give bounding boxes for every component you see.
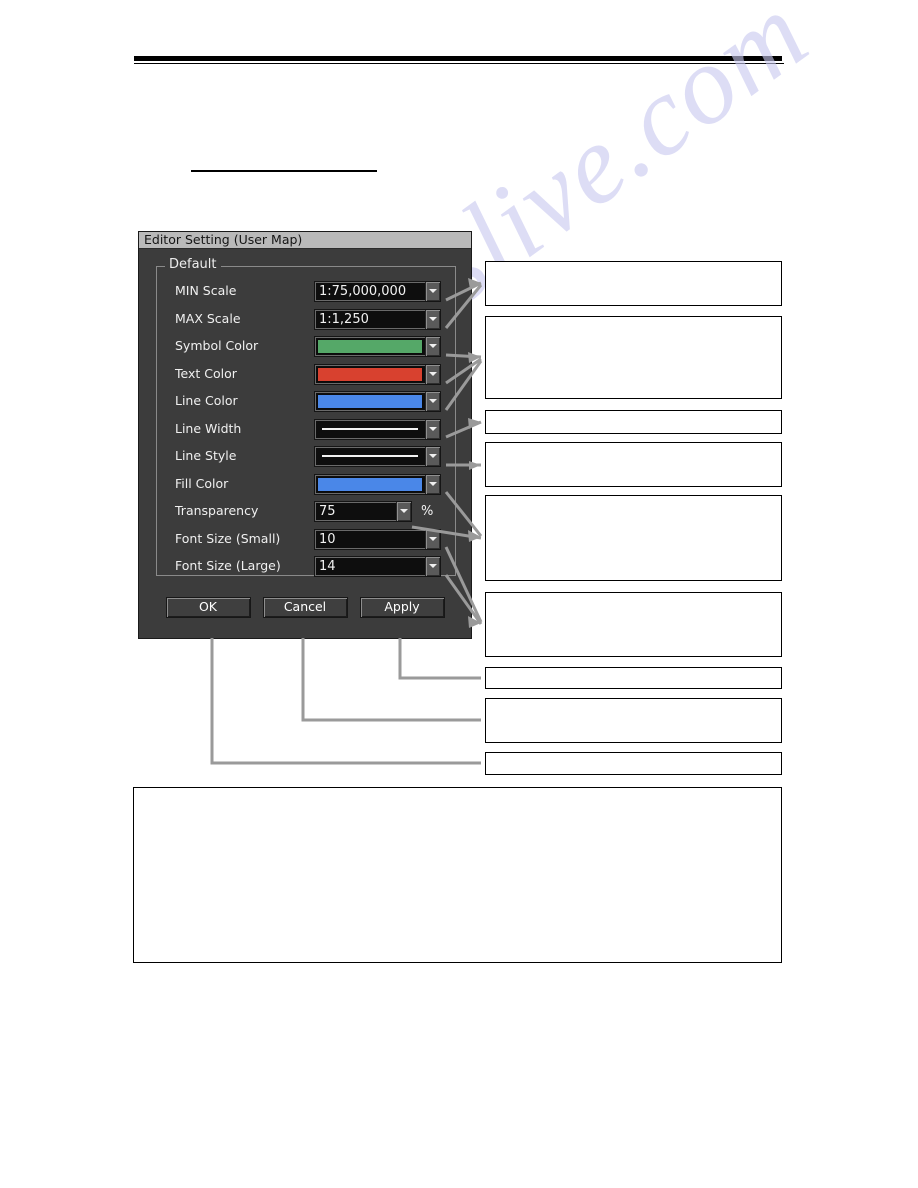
section-underline-rule xyxy=(191,170,377,172)
color-swatch-fill xyxy=(317,476,423,492)
editor-setting-dialog: Editor Setting (User Map) Default MIN Sc… xyxy=(138,231,472,639)
cancel-button[interactable]: Cancel xyxy=(262,597,348,618)
combo-value-min-scale: 1:75,000,000 xyxy=(319,283,407,299)
combo-value-font-size-large: 14 xyxy=(319,558,336,574)
row-max-scale: MAX Scale 1:1,250 xyxy=(157,308,455,330)
row-min-scale: MIN Scale 1:75,000,000 xyxy=(157,280,455,302)
combo-line-style[interactable] xyxy=(314,445,441,467)
label-symbol-color: Symbol Color xyxy=(175,337,259,353)
color-swatch-symbol xyxy=(317,338,423,354)
spinner-value-transparency: 75 xyxy=(319,503,336,519)
callout-box-7 xyxy=(485,667,782,689)
callout-box-8 xyxy=(485,698,782,743)
chevron-down-icon[interactable] xyxy=(425,364,440,384)
row-text-color: Text Color xyxy=(157,363,455,385)
callout-box-6 xyxy=(485,592,782,657)
label-font-size-small: Font Size (Small) xyxy=(175,530,281,546)
combo-symbol-color[interactable] xyxy=(314,335,441,357)
ok-button[interactable]: OK xyxy=(165,597,251,618)
combo-line-width[interactable] xyxy=(314,418,441,440)
row-font-size-small: Font Size (Small) 10 xyxy=(157,528,455,550)
row-font-size-large: Font Size (Large) 14 xyxy=(157,555,455,577)
dialog-title: Editor Setting (User Map) xyxy=(144,231,303,247)
chevron-down-icon[interactable] xyxy=(425,556,440,576)
dialog-body: Default MIN Scale 1:75,000,000 MAX Scale… xyxy=(139,249,471,637)
combo-text-color[interactable] xyxy=(314,363,441,385)
chevron-down-icon[interactable] xyxy=(425,529,440,549)
chevron-down-icon[interactable] xyxy=(425,309,440,329)
spinner-transparency[interactable]: 75 xyxy=(314,500,412,522)
label-min-scale: MIN Scale xyxy=(175,282,237,298)
line-preview-width xyxy=(315,420,425,439)
combo-min-scale[interactable]: 1:75,000,000 xyxy=(314,280,441,302)
row-line-width: Line Width xyxy=(157,418,455,440)
label-fill-color: Fill Color xyxy=(175,475,229,491)
label-line-width: Line Width xyxy=(175,420,242,436)
combo-font-size-large[interactable]: 14 xyxy=(314,555,441,577)
callout-box-4 xyxy=(485,442,782,487)
callout-box-1 xyxy=(485,261,782,306)
combo-max-scale[interactable]: 1:1,250 xyxy=(314,308,441,330)
label-transparency: Transparency xyxy=(175,502,259,518)
callout-box-5 xyxy=(485,495,782,581)
dialog-button-bar: OK Cancel Apply xyxy=(139,597,471,618)
color-swatch-text xyxy=(317,366,423,382)
chevron-down-icon[interactable] xyxy=(425,281,440,301)
note-box xyxy=(133,787,782,963)
combo-line-color[interactable] xyxy=(314,390,441,412)
color-swatch-line xyxy=(317,393,423,409)
combo-value-font-size-small: 10 xyxy=(319,531,336,547)
label-text-color: Text Color xyxy=(175,365,237,381)
label-line-color: Line Color xyxy=(175,392,238,408)
callout-box-2 xyxy=(485,316,782,399)
header-rule-thick xyxy=(134,56,782,61)
label-line-style: Line Style xyxy=(175,447,237,463)
chevron-down-icon[interactable] xyxy=(425,446,440,466)
apply-button[interactable]: Apply xyxy=(359,597,445,618)
chevron-down-icon[interactable] xyxy=(425,391,440,411)
row-fill-color: Fill Color xyxy=(157,473,455,495)
default-groupbox: Default MIN Scale 1:75,000,000 MAX Scale… xyxy=(156,258,456,577)
chevron-down-icon[interactable] xyxy=(425,474,440,494)
chevron-down-icon[interactable] xyxy=(425,336,440,356)
percent-unit-label: % xyxy=(421,503,434,519)
row-line-style: Line Style xyxy=(157,445,455,467)
header-rule-thin xyxy=(134,63,784,64)
chevron-down-icon[interactable] xyxy=(396,501,411,521)
callout-box-9 xyxy=(485,752,782,775)
callout-box-3 xyxy=(485,410,782,434)
label-font-size-large: Font Size (Large) xyxy=(175,557,281,573)
combo-fill-color[interactable] xyxy=(314,473,441,495)
line-preview-style xyxy=(315,447,425,466)
row-symbol-color: Symbol Color xyxy=(157,335,455,357)
page-root: manualslive.com Editor Setting (User Map… xyxy=(0,0,918,1188)
row-line-color: Line Color xyxy=(157,390,455,412)
groupbox-legend: Default xyxy=(165,258,221,271)
dialog-titlebar: Editor Setting (User Map) xyxy=(139,232,471,249)
row-transparency: Transparency 75 % xyxy=(157,500,455,522)
label-max-scale: MAX Scale xyxy=(175,310,241,326)
combo-value-max-scale: 1:1,250 xyxy=(319,311,369,327)
combo-font-size-small[interactable]: 10 xyxy=(314,528,441,550)
chevron-down-icon[interactable] xyxy=(425,419,440,439)
